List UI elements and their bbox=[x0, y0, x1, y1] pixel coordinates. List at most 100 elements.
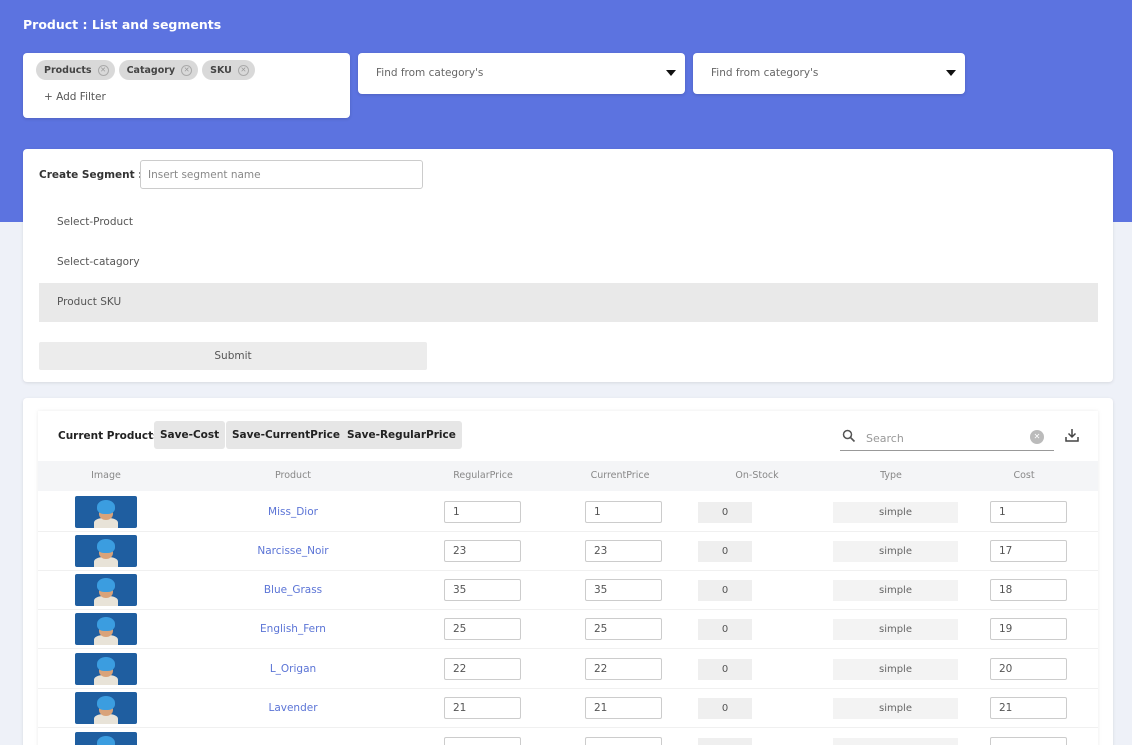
chip-label: Products bbox=[44, 64, 92, 76]
table-row: Narcisse_Noir 0 simple bbox=[38, 532, 1098, 571]
column-header-regular-price: RegularPrice bbox=[453, 470, 513, 481]
cost-input[interactable] bbox=[990, 579, 1067, 601]
clear-search-icon[interactable]: ✕ bbox=[1030, 430, 1044, 444]
cost-input[interactable] bbox=[990, 501, 1067, 523]
save-current-price-button[interactable]: Save-CurrentPrice bbox=[226, 421, 346, 449]
column-header-image: Image bbox=[91, 470, 121, 481]
current-price-input[interactable] bbox=[585, 737, 662, 745]
table-row: L_Origan 0 simple bbox=[38, 650, 1098, 689]
search-box: ✕ bbox=[840, 426, 1054, 451]
current-price-input[interactable] bbox=[585, 540, 662, 562]
product-image bbox=[75, 613, 137, 645]
product-image bbox=[75, 653, 137, 685]
cost-input[interactable] bbox=[990, 658, 1067, 680]
product-image bbox=[75, 574, 137, 606]
regular-price-input[interactable] bbox=[444, 579, 521, 601]
search-input[interactable] bbox=[866, 428, 1026, 448]
column-header-type: Type bbox=[880, 470, 902, 481]
on-stock-value: 0 bbox=[698, 580, 752, 601]
product-link[interactable]: English_Fern bbox=[213, 623, 373, 635]
cost-input[interactable] bbox=[990, 618, 1067, 640]
close-icon[interactable]: ✕ bbox=[237, 64, 249, 76]
regular-price-input[interactable] bbox=[444, 737, 521, 745]
search-icon bbox=[842, 429, 856, 443]
current-price-input[interactable] bbox=[585, 697, 662, 719]
table-row: Blue_Grass 0 simple bbox=[38, 571, 1098, 610]
table-row: Miss_Dior 0 simple bbox=[38, 493, 1098, 532]
filter-chip-products[interactable]: Products ✕ bbox=[36, 60, 115, 80]
product-link[interactable]: Narcisse_Noir bbox=[213, 545, 373, 557]
on-stock-value bbox=[698, 738, 752, 745]
table-title: Current Products bbox=[58, 430, 160, 442]
column-header-current-price: CurrentPrice bbox=[590, 470, 650, 481]
submit-button[interactable]: Submit bbox=[39, 342, 427, 370]
products-table: Current Products Save-Cost Save-CurrentP… bbox=[38, 411, 1098, 745]
category-dropdown-2[interactable]: Find from category's bbox=[693, 53, 965, 94]
type-value: simple bbox=[833, 659, 958, 680]
products-table-card: Current Products Save-Cost Save-CurrentP… bbox=[23, 398, 1113, 745]
chip-label: SKU bbox=[210, 64, 232, 76]
segment-option-select-product[interactable]: Select-Product bbox=[39, 203, 1098, 242]
cost-input[interactable] bbox=[990, 737, 1067, 745]
product-link[interactable]: L_Origan bbox=[213, 663, 373, 675]
current-price-input[interactable] bbox=[585, 501, 662, 523]
filter-box: Products ✕ Catagory ✕ SKU ✕ + Add Filter bbox=[23, 53, 350, 118]
on-stock-value: 0 bbox=[698, 698, 752, 719]
filter-chips: Products ✕ Catagory ✕ SKU ✕ bbox=[36, 60, 255, 80]
close-icon[interactable]: ✕ bbox=[97, 64, 109, 76]
type-value: simple bbox=[833, 541, 958, 562]
filter-chip-catagory[interactable]: Catagory ✕ bbox=[118, 60, 199, 80]
product-image bbox=[75, 732, 137, 745]
dropdown-placeholder: Find from category's bbox=[376, 67, 484, 79]
on-stock-value: 0 bbox=[698, 659, 752, 680]
regular-price-input[interactable] bbox=[444, 618, 521, 640]
table-row: Lavender 0 simple bbox=[38, 689, 1098, 728]
regular-price-input[interactable] bbox=[444, 540, 521, 562]
close-icon[interactable]: ✕ bbox=[181, 64, 193, 76]
filter-chip-sku[interactable]: SKU ✕ bbox=[202, 60, 255, 80]
chip-label: Catagory bbox=[126, 64, 176, 76]
type-value: simple bbox=[833, 698, 958, 719]
create-segment-label: Create Segment : bbox=[39, 169, 143, 181]
add-filter-button[interactable]: + Add Filter bbox=[44, 91, 106, 103]
segment-option-product-sku[interactable]: Product SKU bbox=[39, 283, 1098, 322]
save-cost-button[interactable]: Save-Cost bbox=[154, 421, 226, 449]
download-icon[interactable] bbox=[1064, 427, 1080, 443]
column-header-on-stock: On-Stock bbox=[735, 470, 779, 481]
on-stock-value: 0 bbox=[698, 502, 752, 523]
product-image bbox=[75, 692, 137, 724]
on-stock-value: 0 bbox=[698, 619, 752, 640]
current-price-input[interactable] bbox=[585, 658, 662, 680]
product-link[interactable]: Blue_Grass bbox=[213, 584, 373, 596]
caret-down-icon bbox=[946, 70, 956, 76]
create-segment-card: Create Segment : Select-Product Select-c… bbox=[23, 149, 1113, 382]
type-value: simple bbox=[833, 502, 958, 523]
save-regular-price-button[interactable]: Save-RegularPrice bbox=[341, 421, 462, 449]
regular-price-input[interactable] bbox=[444, 697, 521, 719]
table-header: Image Product RegularPrice CurrentPrice … bbox=[38, 461, 1098, 491]
type-value: simple bbox=[833, 619, 958, 640]
segment-option-select-catagory[interactable]: Select-catagory bbox=[39, 243, 1098, 282]
type-value: simple bbox=[833, 580, 958, 601]
product-link[interactable]: Miss_Dior bbox=[213, 506, 373, 518]
table-row: English_Fern 0 simple bbox=[38, 610, 1098, 649]
cost-input[interactable] bbox=[990, 697, 1067, 719]
column-header-cost: Cost bbox=[1013, 470, 1035, 481]
product-link[interactable]: Lavender bbox=[213, 702, 373, 714]
table-row bbox=[38, 729, 1098, 745]
column-header-product: Product bbox=[274, 470, 312, 481]
page-title: Product : List and segments bbox=[23, 17, 222, 32]
regular-price-input[interactable] bbox=[444, 501, 521, 523]
dropdown-placeholder: Find from category's bbox=[711, 67, 819, 79]
current-price-input[interactable] bbox=[585, 579, 662, 601]
type-value bbox=[833, 738, 958, 745]
category-dropdown-1[interactable]: Find from category's bbox=[358, 53, 685, 94]
caret-down-icon bbox=[666, 70, 676, 76]
regular-price-input[interactable] bbox=[444, 658, 521, 680]
product-image bbox=[75, 535, 137, 567]
segment-name-input[interactable] bbox=[140, 160, 423, 189]
cost-input[interactable] bbox=[990, 540, 1067, 562]
on-stock-value: 0 bbox=[698, 541, 752, 562]
product-image bbox=[75, 496, 137, 528]
current-price-input[interactable] bbox=[585, 618, 662, 640]
